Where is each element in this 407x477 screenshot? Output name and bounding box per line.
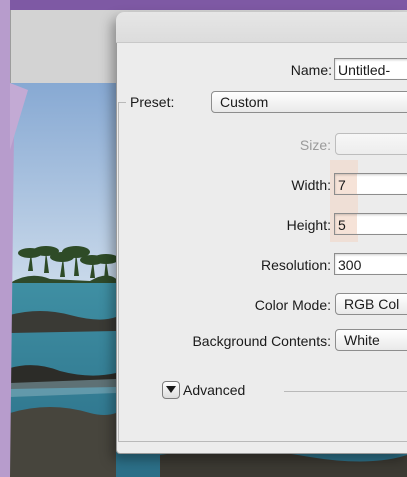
preset-label: Preset: [130,94,175,110]
preset-group-left [118,102,119,442]
triangle-down-icon [166,386,176,393]
height-label: Height: [286,217,331,233]
height-input[interactable]: 5 [334,213,407,235]
color-mode-label: Color Mode: [254,297,331,313]
window-top-band [0,0,407,10]
dialog-title-bar [116,12,407,43]
background-contents-select[interactable]: White [335,329,407,351]
preset-group-top-left [118,102,126,103]
size-label: Size: [299,137,331,153]
name-label: Name: [290,62,332,78]
width-input[interactable]: 7 [334,173,407,195]
preset-select[interactable]: Custom [211,91,407,113]
background-contents-label: Background Contents: [192,333,331,349]
size-select[interactable] [335,133,407,155]
advanced-toggle-button[interactable] [162,381,180,399]
preset-group-bottom [118,441,407,442]
resolution-label: Resolution: [260,257,331,273]
color-mode-select[interactable]: RGB Col [335,293,407,315]
resolution-input[interactable]: 300 [334,253,407,275]
width-label: Width: [291,177,331,193]
side-panel [0,0,28,477]
name-input[interactable]: Untitled- [334,58,407,80]
advanced-divider [284,391,407,392]
advanced-label: Advanced [183,382,246,398]
